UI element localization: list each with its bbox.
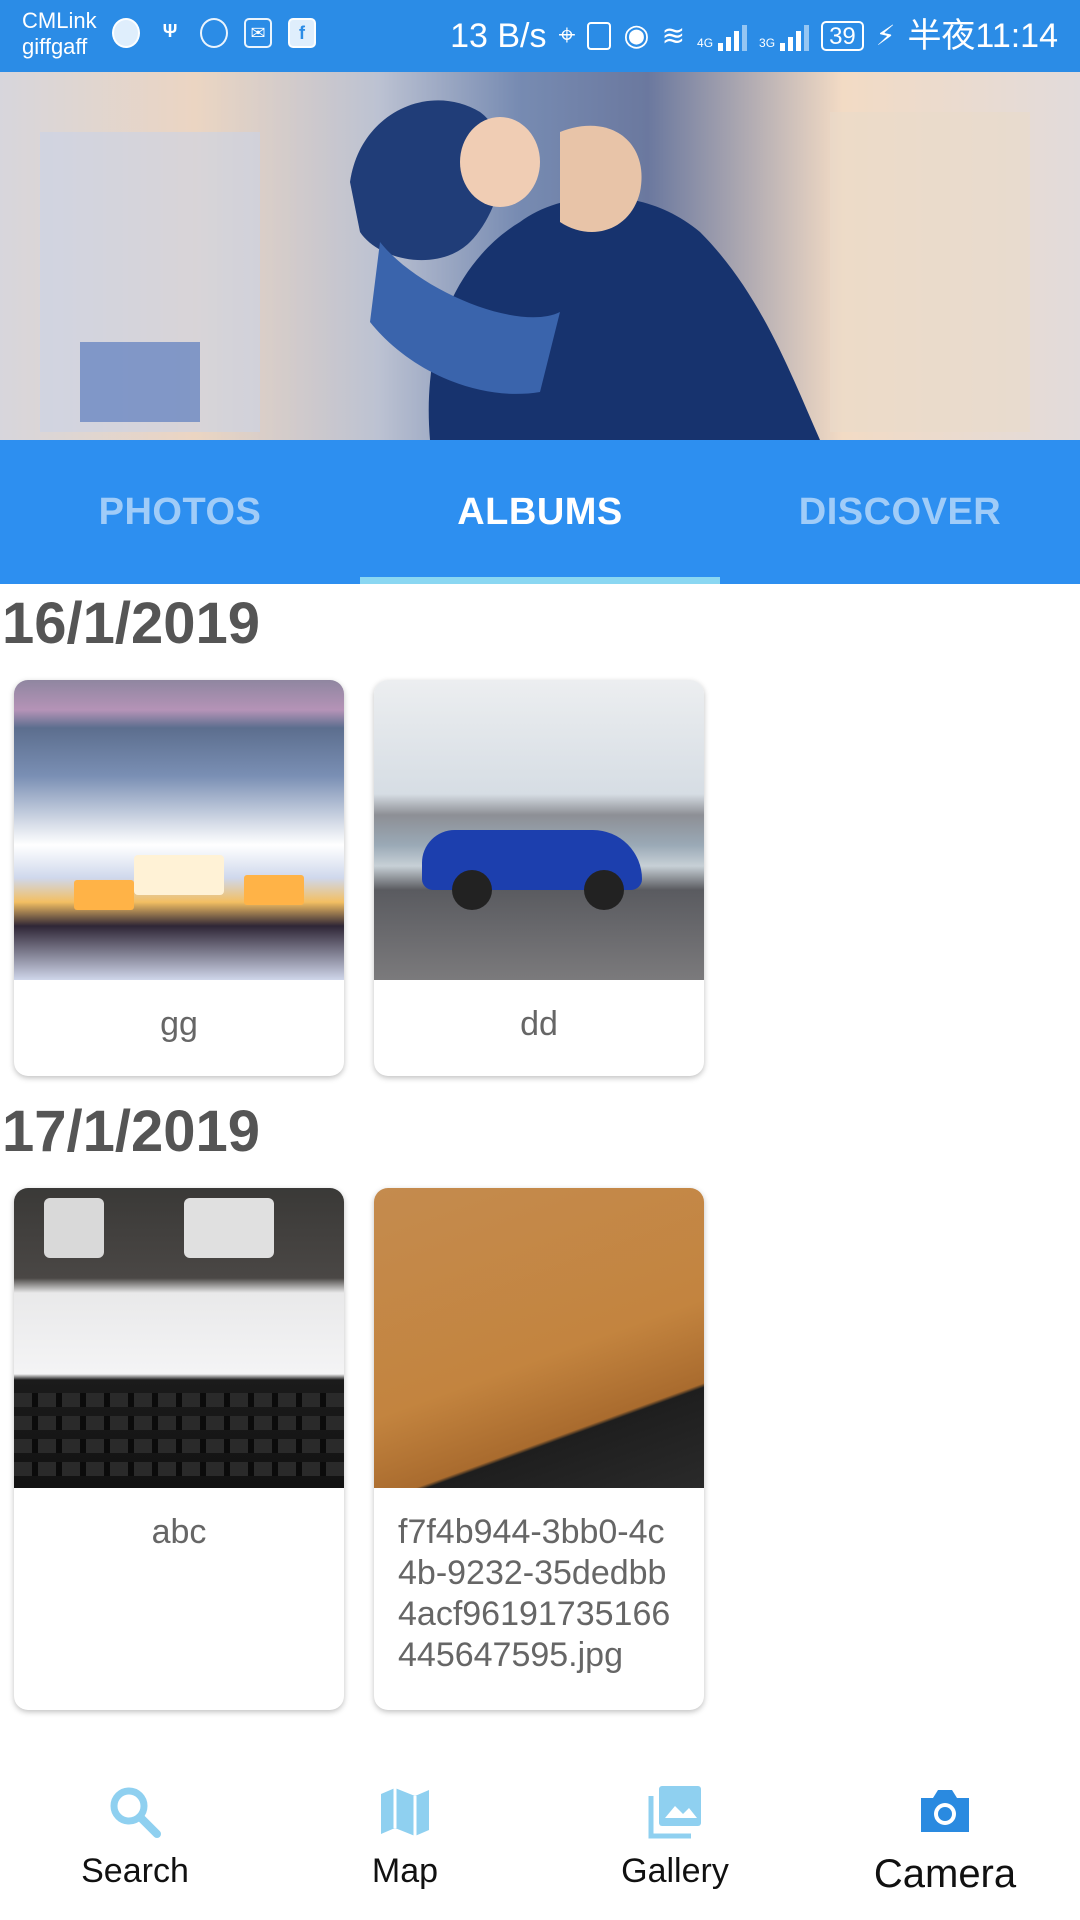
shield-icon: [112, 18, 140, 48]
album-thumbnail: [374, 1188, 704, 1488]
nav-map[interactable]: Map: [270, 1740, 540, 1920]
charging-icon: ⚡: [875, 20, 896, 51]
house-shape: [74, 880, 134, 910]
car-wheel: [452, 870, 492, 910]
mail-icon: ✉: [244, 18, 272, 48]
usb-icon: Ψ: [162, 21, 178, 41]
nav-map-label: Map: [371, 1852, 439, 1890]
album-thumbnail: [14, 1188, 344, 1488]
browser-icon: [200, 18, 228, 48]
album-name: f7f4b944-3bb0-4c4b-9232-35dedbb4acf96191…: [398, 1513, 671, 1674]
keyboard-row: [14, 1462, 344, 1476]
eye-icon: ◉: [623, 19, 650, 52]
tab-discover[interactable]: DISCOVER: [720, 440, 1080, 584]
album-thumbnail: [374, 680, 704, 980]
search-icon: [110, 1787, 161, 1838]
album-card[interactable]: abc: [14, 1188, 344, 1710]
signal-icon-2: 3G: [759, 21, 810, 51]
location-icon: ⌖: [558, 19, 576, 52]
system-status: 13 B/s ⌖ ◉ ≋ 4G 3G 39 ⚡ 半夜11:14: [450, 14, 1058, 58]
carrier-name: CMLink giffgaff: [22, 8, 97, 60]
facebook-icon: f: [288, 18, 316, 48]
battery-level: 39: [821, 21, 864, 51]
map-icon: [381, 1788, 429, 1836]
album-name: dd: [520, 1005, 558, 1043]
signal-1-type: 4G: [697, 36, 714, 50]
keyboard-row: [14, 1416, 344, 1430]
nav-camera-label: Camera: [873, 1852, 1017, 1896]
keyboard-row: [14, 1439, 344, 1453]
nav-gallery-label: Gallery: [621, 1852, 729, 1890]
bottom-navigation: Search Map Gallery Camera: [0, 1740, 1080, 1920]
camera-icon: [921, 1790, 969, 1832]
section-date: 16/1/2019: [2, 591, 261, 656]
signal-icon-1: 4G: [697, 21, 748, 51]
keyboard-row: [14, 1393, 344, 1407]
tab-bar: PHOTOS ALBUMS DISCOVER: [0, 440, 1080, 584]
car-wheel: [584, 870, 624, 910]
section-date: 17/1/2019: [2, 1099, 261, 1164]
nav-gallery[interactable]: Gallery: [540, 1740, 810, 1920]
house-shape: [134, 855, 224, 895]
nav-camera[interactable]: Camera: [810, 1740, 1080, 1920]
tab-photos[interactable]: PHOTOS: [0, 440, 360, 584]
net-speed: 13 B/s: [450, 17, 547, 55]
status-bar: CMLink giffgaff Ψ ✉ f 13 B/s ⌖ ◉ ≋ 4G 3G…: [0, 0, 1080, 72]
nav-search-label: Search: [81, 1852, 189, 1890]
socket-shape: [44, 1198, 104, 1258]
album-name: gg: [160, 1005, 198, 1043]
album-thumbnail: [14, 680, 344, 980]
socket-shape: [184, 1198, 274, 1258]
carrier-line-1: CMLink: [22, 8, 97, 33]
wifi-icon: ≋: [661, 20, 686, 51]
album-name: abc: [151, 1513, 207, 1551]
gallery-icon: [648, 1786, 701, 1839]
couple-photo: [0, 72, 1080, 440]
signal-2-type: 3G: [759, 36, 776, 50]
carrier-line-2: giffgaff: [22, 34, 88, 59]
header-photo: [0, 72, 1080, 440]
album-card[interactable]: dd: [374, 680, 704, 1076]
tab-albums[interactable]: ALBUMS: [360, 440, 720, 584]
notification-icons: Ψ ✉ f: [112, 18, 316, 48]
album-card[interactable]: gg: [14, 680, 344, 1076]
clock: 半夜11:14: [907, 17, 1058, 55]
vibrate-icon: [587, 22, 612, 50]
album-card[interactable]: f7f4b944-3bb0-4c4b-9232-35dedbb4acf96191…: [374, 1188, 704, 1710]
nav-search[interactable]: Search: [0, 1740, 270, 1920]
house-shape: [244, 875, 304, 905]
